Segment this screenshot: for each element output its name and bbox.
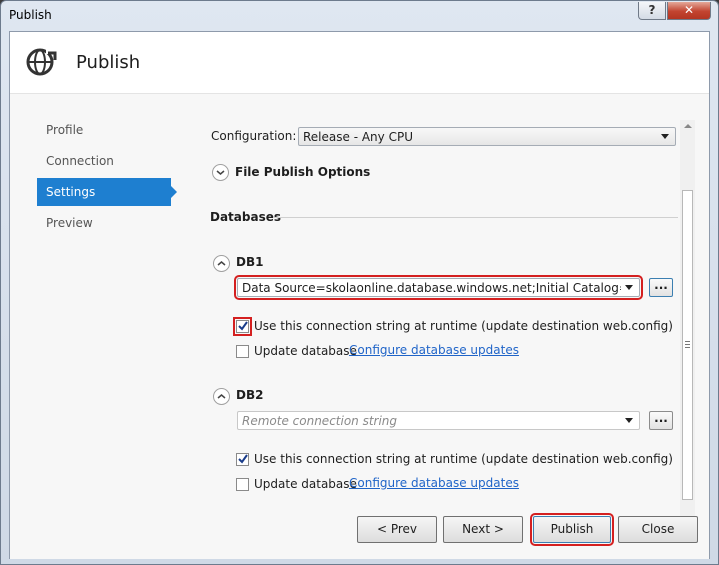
db1-use-runtime-checkbox[interactable] xyxy=(233,317,252,336)
window-close-button[interactable]: ✕ xyxy=(667,2,711,20)
divider xyxy=(273,217,678,218)
db2-configure-updates-link[interactable]: Configure database updates xyxy=(349,476,519,490)
publish-button[interactable]: Publish xyxy=(530,513,614,546)
db2-title: DB2 xyxy=(236,388,264,402)
nav-item-profile[interactable]: Profile xyxy=(37,116,171,144)
help-button[interactable]: ? xyxy=(638,2,666,20)
header: Publish xyxy=(10,32,709,93)
grip-line xyxy=(685,344,690,345)
db2-connection-string[interactable]: Remote connection string xyxy=(237,411,640,430)
db2-browse-button[interactable]: ... xyxy=(649,411,673,430)
close-button[interactable]: Close xyxy=(618,516,698,543)
prev-button[interactable]: < Prev xyxy=(357,516,437,543)
configuration-label: Configuration: xyxy=(211,129,297,143)
db2-use-runtime-label: Use this connection string at runtime (u… xyxy=(254,452,673,466)
db2-expander[interactable] xyxy=(213,388,230,405)
chevron-down-icon xyxy=(216,170,225,175)
db2-connection-placeholder: Remote connection string xyxy=(242,414,398,428)
db1-configure-updates-link[interactable]: Configure database updates xyxy=(349,343,519,357)
configuration-value: Release - Any CPU xyxy=(303,130,413,144)
checkmark-icon xyxy=(238,454,248,464)
db2-update-database-checkbox[interactable] xyxy=(236,478,249,491)
window-title: Publish xyxy=(9,8,52,22)
db1-update-database-checkbox[interactable] xyxy=(236,345,249,358)
nav-item-label: Preview xyxy=(46,216,93,230)
configuration-select[interactable]: Release - Any CPU xyxy=(298,127,676,146)
db1-expander[interactable] xyxy=(213,255,230,272)
vertical-scrollbar[interactable] xyxy=(680,120,695,525)
chevron-down-icon xyxy=(625,285,633,290)
nav-item-label: Settings xyxy=(46,185,96,199)
globe-publish-icon xyxy=(26,48,58,76)
dialog-client: Publish Profile Connection Settings Prev… xyxy=(9,31,710,559)
nav-item-preview[interactable]: Preview xyxy=(37,209,171,237)
db1-title: DB1 xyxy=(236,255,264,269)
chevron-down-icon xyxy=(625,418,633,423)
scroll-thumb[interactable] xyxy=(682,190,693,500)
db1-connection-value: Data Source=skolaonline.database.windows… xyxy=(242,281,621,295)
db2-update-database-label: Update database xyxy=(254,477,357,491)
db2-use-runtime-checkbox[interactable] xyxy=(236,453,249,466)
grip-line xyxy=(685,341,690,342)
chevron-up-icon xyxy=(217,261,226,266)
db1-update-database-label: Update database xyxy=(254,344,357,358)
active-arrow-icon xyxy=(171,186,177,198)
file-publish-options-label: File Publish Options xyxy=(235,165,371,179)
title-bar[interactable]: Publish ? ✕ xyxy=(1,1,718,31)
grip-line xyxy=(685,347,690,348)
db1-use-runtime-label: Use this connection string at runtime (u… xyxy=(254,319,673,333)
file-publish-options-expander[interactable] xyxy=(212,164,229,181)
chevron-up-icon xyxy=(217,394,226,399)
nav-item-connection[interactable]: Connection xyxy=(37,147,171,175)
page-title: Publish xyxy=(76,52,141,73)
chevron-down-icon xyxy=(661,134,669,139)
db1-browse-button[interactable]: ... xyxy=(649,278,673,297)
db1-connection-string[interactable]: Data Source=skolaonline.database.windows… xyxy=(234,275,643,300)
nav-item-settings[interactable]: Settings xyxy=(37,178,177,206)
checkmark-icon xyxy=(238,321,248,331)
databases-heading: Databases xyxy=(210,210,282,224)
scroll-up-icon[interactable] xyxy=(684,124,692,128)
next-button[interactable]: Next > xyxy=(443,516,523,543)
nav-item-label: Connection xyxy=(46,154,114,168)
nav-item-label: Profile xyxy=(46,123,84,137)
dialog-body: Profile Connection Settings Preview Conf… xyxy=(10,93,709,559)
publish-dialog: Publish ? ✕ Publish Profile Connection S… xyxy=(0,0,719,565)
